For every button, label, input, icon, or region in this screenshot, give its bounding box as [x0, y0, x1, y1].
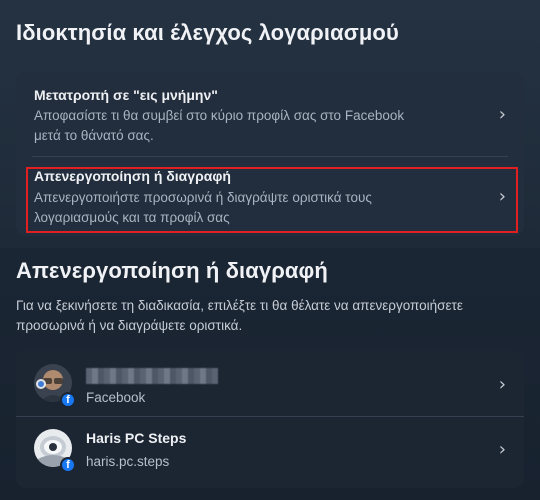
account-username: haris.pc.steps [86, 454, 170, 469]
divider [32, 156, 508, 157]
memorialization-title: Μετατροπή σε "εις μνήμην" [34, 87, 218, 103]
facebook-icon: f [60, 392, 76, 408]
account-row-haris[interactable]: f Haris PC Steps haris.pc.steps › [16, 417, 524, 488]
facebook-icon: f [60, 457, 76, 473]
memorialization-row[interactable]: Μετατροπή σε "εις μνήμην" Αποφασίστε τι … [16, 72, 524, 154]
highlight-box [26, 167, 518, 233]
accounts-card: f Facebook › f Haris PC Steps haris.pc.s… [16, 350, 524, 488]
account-name: Haris PC Steps [86, 430, 187, 446]
chevron-right-icon: › [498, 439, 506, 460]
deactivate-intro: Για να ξεκινήσετε τη διαδικασία, επιλέξτ… [16, 296, 531, 336]
account-name-blurred [86, 368, 218, 384]
intro-line2: προσωρινά ή να διαγράψετε οριστικά. [16, 318, 243, 333]
ownership-title: Ιδιοκτησία και έλεγχος λογαριασμού [16, 20, 399, 45]
chevron-right-icon: › [498, 374, 506, 395]
account-row-facebook[interactable]: f Facebook › [16, 350, 524, 416]
account-platform: Facebook [86, 390, 146, 405]
memorialization-desc-line2: μετά το θάνατό σας. [34, 128, 154, 143]
memorialization-desc-line1: Αποφασίστε τι θα συμβεί στο κύριο προφίλ… [34, 108, 405, 123]
intro-line1: Για να ξεκινήσετε τη διαδικασία, επιλέξτ… [16, 298, 463, 313]
deactivate-title: Απενεργοποίηση ή διαγραφή [16, 258, 328, 283]
chevron-right-icon: › [498, 104, 506, 125]
